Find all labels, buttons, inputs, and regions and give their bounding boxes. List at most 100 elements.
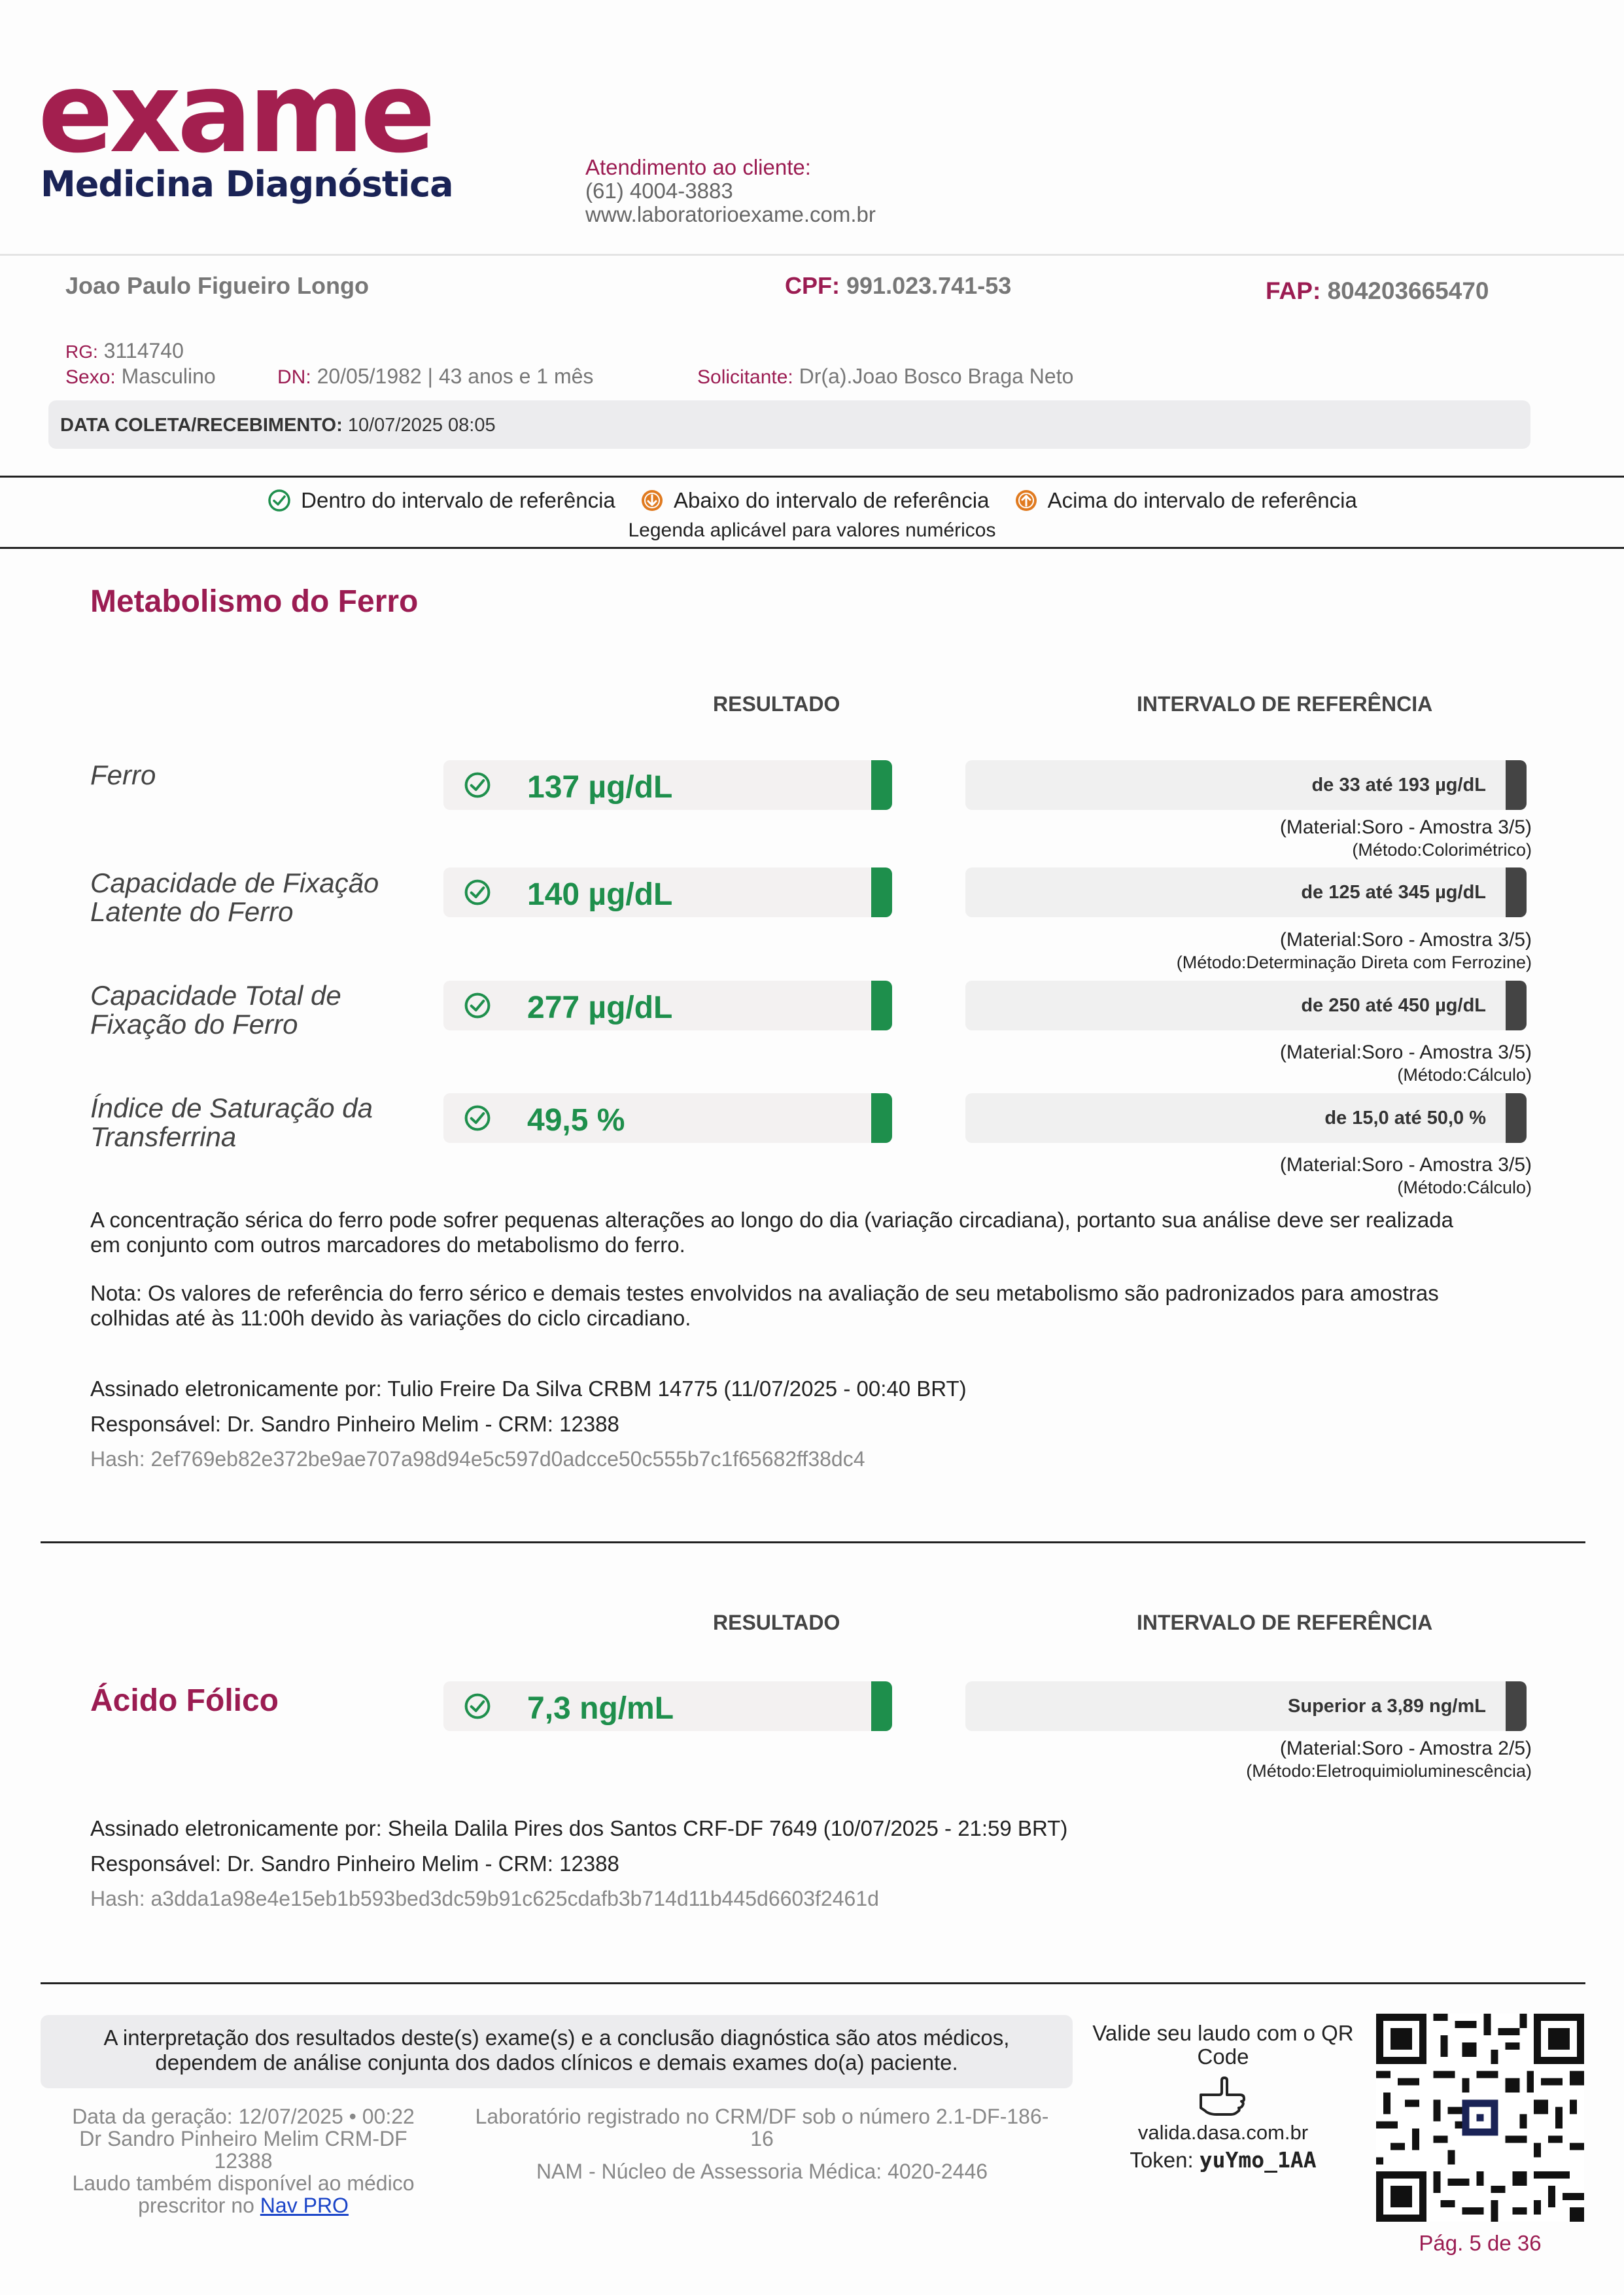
customer-service-block: Atendimento ao cliente: (61) 4004-3883 w…	[585, 156, 876, 226]
requester-label: Solicitante:	[697, 366, 793, 388]
reference-bar	[1506, 981, 1527, 1030]
contact-phone: (61) 4004-3883	[585, 179, 733, 203]
check-circle-icon	[464, 879, 491, 905]
exam-name-line: Latente do Ferro	[90, 896, 294, 927]
reference-box-folic: Superior a 3,89 ng/mL	[965, 1681, 1527, 1731]
patient-dob: DN: 20/05/1982 | 43 anos e 1 mês	[277, 364, 593, 389]
exam-name-line: Transferrina	[90, 1121, 237, 1152]
material-folic: (Material:Soro - Amostra 2/5)	[1279, 1738, 1532, 1759]
legend-top-line	[0, 476, 1624, 478]
legend-within-label: Dentro do intervalo de referência	[301, 488, 615, 512]
reference-bar	[1506, 1681, 1527, 1731]
method-ctff: (Método:Cálculo)	[1397, 1065, 1532, 1085]
generation-crm: 12388	[214, 2149, 273, 2173]
exam-name-line: Índice de Saturação da	[90, 1093, 373, 1123]
patient-fap: FAP: 804203665470	[1266, 277, 1489, 305]
header-divider	[0, 254, 1624, 256]
result-value: 140 µg/dL	[527, 877, 673, 912]
reference-box-ferro: de 33 até 193 µg/dL	[965, 760, 1527, 810]
method-ferro: (Método:Colorimétrico)	[1352, 840, 1532, 860]
check-circle-icon	[268, 489, 290, 512]
material-ferro: (Material:Soro - Amostra 3/5)	[1279, 816, 1532, 838]
arrow-down-circle-icon	[641, 490, 663, 511]
result-value: 7,3 ng/mL	[527, 1691, 674, 1726]
lab-registration-line: Laboratório registrado no CRM/DF sob o n…	[475, 2105, 1049, 2128]
check-circle-icon	[464, 1105, 491, 1131]
reference-range: de 125 até 345 µg/dL	[1301, 882, 1486, 903]
reference-box-ctff: de 250 até 450 µg/dL	[965, 981, 1527, 1030]
reference-range: Superior a 3,89 ng/mL	[1288, 1696, 1486, 1717]
patient-sex: Sexo: Masculino	[65, 364, 216, 389]
reference-range: de 33 até 193 µg/dL	[1311, 775, 1486, 796]
collection-date: DATA COLETA/RECEBIMENTO: 10/07/2025 08:0…	[60, 415, 496, 436]
reference-range: de 15,0 até 50,0 %	[1324, 1108, 1486, 1129]
validation-site[interactable]: valida.dasa.com.br	[1079, 2121, 1367, 2145]
availability-note: Laudo também disponível ao médico	[72, 2171, 415, 2195]
footer-divider	[41, 1982, 1585, 1984]
reference-note: Nota: Os valores de referência do ferro …	[90, 1281, 1568, 1331]
folic-hash: Hash: a3dda1a98e4e15eb1b593bed3dc59b91c6…	[90, 1887, 879, 1910]
fap-value: 804203665470	[1327, 277, 1489, 304]
reference-bar	[1506, 760, 1527, 810]
token-value: yuYmo_1AA	[1199, 2147, 1317, 2173]
section-divider	[41, 1541, 1585, 1543]
iron-responsible: Responsável: Dr. Sandro Pinheiro Melim -…	[90, 1412, 619, 1436]
token-label: Token:	[1130, 2148, 1194, 2172]
check-circle-icon	[464, 1693, 491, 1719]
requesting-physician: Solicitante: Dr(a).Joao Bosco Braga Neto	[697, 364, 1073, 389]
column-result-header: RESULTADO	[713, 1611, 840, 1634]
column-result-header: RESULTADO	[713, 692, 840, 716]
paragraph-line: colhidas até às 11:00h devido às variaçõ…	[90, 1306, 691, 1330]
check-circle-icon	[464, 992, 491, 1019]
folic-signature: Assinado eletronicamente por: Sheila Dal…	[90, 1816, 1068, 1840]
legend-above-label: Acima do intervalo de referência	[1047, 488, 1357, 512]
reference-bar	[1506, 1093, 1527, 1143]
nav-pro-link[interactable]: Nav PRO	[260, 2194, 349, 2217]
notice-line: dependem de análise conjunta dos dados c…	[155, 2050, 958, 2075]
dob-value: 20/05/1982 | 43 anos e 1 mês	[317, 364, 594, 388]
collection-value: 10/07/2025 08:05	[347, 415, 496, 436]
generation-doctor: Dr Sandro Pinheiro Melim CRM-DF	[79, 2127, 407, 2150]
column-reference-header: INTERVALO DE REFERÊNCIA	[1137, 692, 1433, 716]
qr-validation-line: Valide seu laudo com o QR	[1092, 2021, 1354, 2045]
result-value: 277 µg/dL	[527, 990, 673, 1025]
legend-within: Dentro do intervalo de referência	[267, 488, 615, 513]
rg-label: RG:	[65, 342, 98, 362]
iron-hash: Hash: 2ef769eb82e372be9ae707a98d94e5c597…	[90, 1447, 865, 1471]
status-bar	[871, 760, 892, 810]
nam-contact: NAM - Núcleo de Assessoria Médica: 4020-…	[536, 2160, 988, 2183]
circadian-note: A concentração sérica do ferro pode sofr…	[90, 1208, 1568, 1257]
logo-subtitle: Medicina Diagnóstica	[41, 164, 454, 205]
paragraph-line: A concentração sérica do ferro pode sofr…	[90, 1208, 1453, 1232]
status-bar	[871, 1681, 892, 1731]
rg-value: 3114740	[103, 339, 184, 362]
result-box-ist: 49,5 %	[443, 1093, 892, 1143]
reference-range: de 250 até 450 µg/dL	[1301, 995, 1486, 1016]
cpf-label: CPF:	[785, 272, 840, 299]
material-ctff: (Material:Soro - Amostra 3/5)	[1279, 1042, 1532, 1063]
status-bar	[871, 867, 892, 917]
method-folic: (Método:Eletroquimioluminescência)	[1246, 1761, 1532, 1781]
contact-site: www.laboratorioexame.com.br	[585, 202, 876, 226]
patient-cpf: CPF: 991.023.741-53	[785, 272, 1011, 300]
column-reference-header: INTERVALO DE REFERÊNCIA	[1137, 1611, 1433, 1634]
paragraph-line: Nota: Os valores de referência do ferro …	[90, 1281, 1439, 1305]
exam-name-line: Capacidade Total de	[90, 980, 341, 1011]
arrow-up-circle-icon	[1015, 490, 1037, 511]
legend: Dentro do intervalo de referência Abaixo…	[0, 488, 1624, 518]
legend-above: Acima do intervalo de referência	[1014, 488, 1357, 513]
result-box-ctff: 277 µg/dL	[443, 981, 892, 1030]
exam-name-line: Capacidade de Fixação	[90, 867, 379, 898]
patient-name: Joao Paulo Figueiro Longo	[65, 272, 369, 299]
qr-code[interactable]	[1376, 2014, 1584, 2222]
status-bar	[871, 981, 892, 1030]
collection-label: DATA COLETA/RECEBIMENTO:	[60, 415, 343, 436]
lab-registration-line: 16	[750, 2127, 774, 2150]
check-circle-icon	[464, 772, 491, 798]
paragraph-line: em conjunto com outros marcadores do met…	[90, 1233, 685, 1257]
cpf-value: 991.023.741-53	[846, 272, 1012, 299]
section-title-iron: Metabolismo do Ferro	[90, 584, 419, 619]
exam-name-line: Fixação do Ferro	[90, 1009, 298, 1040]
page-number: Pág. 5 de 36	[1419, 2231, 1542, 2255]
availability-note-2: prescritor no Nav PRO	[41, 2194, 446, 2216]
